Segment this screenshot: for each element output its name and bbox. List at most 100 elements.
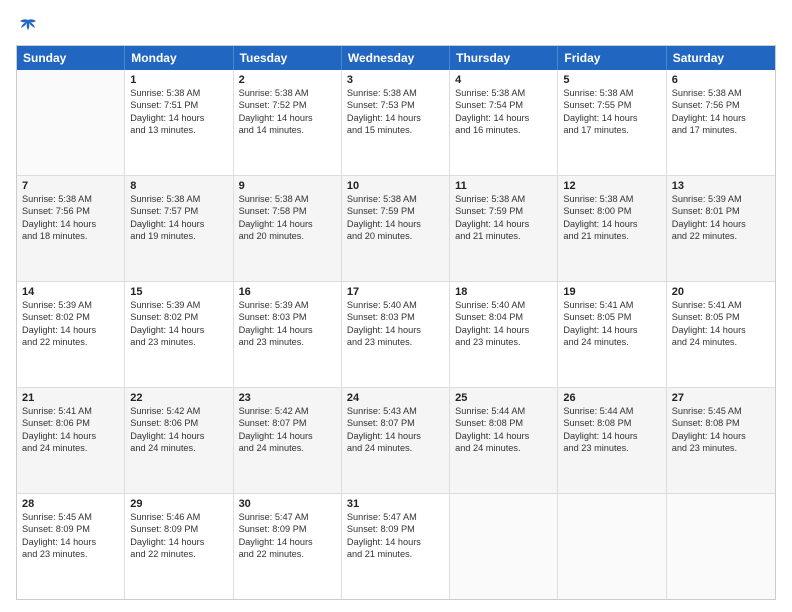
- cell-line: Daylight: 14 hours: [130, 112, 227, 124]
- calendar-cell: 20Sunrise: 5:41 AMSunset: 8:05 PMDayligh…: [667, 282, 775, 387]
- calendar-cell: 16Sunrise: 5:39 AMSunset: 8:03 PMDayligh…: [234, 282, 342, 387]
- calendar-cell: [558, 494, 666, 599]
- calendar-cell: 24Sunrise: 5:43 AMSunset: 8:07 PMDayligh…: [342, 388, 450, 493]
- calendar-cell: 26Sunrise: 5:44 AMSunset: 8:08 PMDayligh…: [558, 388, 666, 493]
- cell-line: Sunset: 7:58 PM: [239, 205, 336, 217]
- cell-line: Daylight: 14 hours: [22, 536, 119, 548]
- day-number: 25: [455, 392, 552, 404]
- calendar-cell: 11Sunrise: 5:38 AMSunset: 7:59 PMDayligh…: [450, 176, 558, 281]
- calendar-cell: 17Sunrise: 5:40 AMSunset: 8:03 PMDayligh…: [342, 282, 450, 387]
- cell-line: Daylight: 14 hours: [347, 430, 444, 442]
- cell-line: Daylight: 14 hours: [22, 218, 119, 230]
- page: SundayMondayTuesdayWednesdayThursdayFrid…: [0, 0, 792, 612]
- day-number: 21: [22, 392, 119, 404]
- cell-line: Sunrise: 5:38 AM: [563, 87, 660, 99]
- day-number: 31: [347, 498, 444, 510]
- calendar-cell: 31Sunrise: 5:47 AMSunset: 8:09 PMDayligh…: [342, 494, 450, 599]
- cell-line: Sunrise: 5:38 AM: [455, 193, 552, 205]
- cell-line: Sunrise: 5:42 AM: [130, 405, 227, 417]
- cell-line: and 24 minutes.: [130, 442, 227, 454]
- calendar-cell: 14Sunrise: 5:39 AMSunset: 8:02 PMDayligh…: [17, 282, 125, 387]
- cell-line: Daylight: 14 hours: [672, 430, 770, 442]
- cell-line: Sunrise: 5:40 AM: [455, 299, 552, 311]
- cell-line: Sunset: 8:09 PM: [347, 523, 444, 535]
- cell-line: Sunset: 7:51 PM: [130, 99, 227, 111]
- day-number: 3: [347, 74, 444, 86]
- cell-line: Sunrise: 5:45 AM: [672, 405, 770, 417]
- calendar-row-0: 1Sunrise: 5:38 AMSunset: 7:51 PMDaylight…: [17, 70, 775, 175]
- cell-line: Sunrise: 5:38 AM: [239, 193, 336, 205]
- cell-line: and 23 minutes.: [22, 548, 119, 560]
- cell-line: Sunset: 7:56 PM: [672, 99, 770, 111]
- cell-line: Sunrise: 5:46 AM: [130, 511, 227, 523]
- day-number: 5: [563, 74, 660, 86]
- calendar-cell: 8Sunrise: 5:38 AMSunset: 7:57 PMDaylight…: [125, 176, 233, 281]
- cell-line: Sunrise: 5:47 AM: [239, 511, 336, 523]
- header-day-saturday: Saturday: [667, 46, 775, 70]
- cell-line: Daylight: 14 hours: [672, 324, 770, 336]
- header-day-sunday: Sunday: [17, 46, 125, 70]
- cell-line: Sunrise: 5:42 AM: [239, 405, 336, 417]
- cell-line: and 22 minutes.: [239, 548, 336, 560]
- calendar-cell: 12Sunrise: 5:38 AMSunset: 8:00 PMDayligh…: [558, 176, 666, 281]
- day-number: 8: [130, 180, 227, 192]
- cell-line: Sunset: 8:08 PM: [672, 417, 770, 429]
- cell-line: Sunrise: 5:39 AM: [130, 299, 227, 311]
- cell-line: and 21 minutes.: [347, 548, 444, 560]
- cell-line: and 22 minutes.: [672, 230, 770, 242]
- cell-line: Daylight: 14 hours: [347, 112, 444, 124]
- cell-line: Daylight: 14 hours: [455, 324, 552, 336]
- calendar-cell: 2Sunrise: 5:38 AMSunset: 7:52 PMDaylight…: [234, 70, 342, 175]
- cell-line: and 15 minutes.: [347, 124, 444, 136]
- day-number: 10: [347, 180, 444, 192]
- cell-line: and 13 minutes.: [130, 124, 227, 136]
- cell-line: Daylight: 14 hours: [563, 430, 660, 442]
- header-day-monday: Monday: [125, 46, 233, 70]
- calendar-cell: 25Sunrise: 5:44 AMSunset: 8:08 PMDayligh…: [450, 388, 558, 493]
- cell-line: Sunset: 8:01 PM: [672, 205, 770, 217]
- cell-line: Sunset: 8:02 PM: [22, 311, 119, 323]
- cell-line: Sunset: 7:56 PM: [22, 205, 119, 217]
- header-day-wednesday: Wednesday: [342, 46, 450, 70]
- cell-line: Daylight: 14 hours: [347, 536, 444, 548]
- cell-line: and 24 minutes.: [563, 336, 660, 348]
- cell-line: Sunrise: 5:39 AM: [672, 193, 770, 205]
- calendar-cell: [667, 494, 775, 599]
- calendar-cell: 29Sunrise: 5:46 AMSunset: 8:09 PMDayligh…: [125, 494, 233, 599]
- cell-line: Sunset: 8:07 PM: [347, 417, 444, 429]
- day-number: 30: [239, 498, 336, 510]
- cell-line: Daylight: 14 hours: [347, 218, 444, 230]
- calendar-cell: 13Sunrise: 5:39 AMSunset: 8:01 PMDayligh…: [667, 176, 775, 281]
- cell-line: and 14 minutes.: [239, 124, 336, 136]
- cell-line: Sunset: 8:09 PM: [22, 523, 119, 535]
- cell-line: Sunrise: 5:39 AM: [22, 299, 119, 311]
- day-number: 1: [130, 74, 227, 86]
- calendar-row-1: 7Sunrise: 5:38 AMSunset: 7:56 PMDaylight…: [17, 175, 775, 281]
- day-number: 6: [672, 74, 770, 86]
- cell-line: and 22 minutes.: [130, 548, 227, 560]
- calendar-cell: 1Sunrise: 5:38 AMSunset: 7:51 PMDaylight…: [125, 70, 233, 175]
- cell-line: Daylight: 14 hours: [239, 112, 336, 124]
- logo: [16, 16, 38, 41]
- cell-line: Sunrise: 5:38 AM: [130, 193, 227, 205]
- cell-line: Daylight: 14 hours: [239, 430, 336, 442]
- cell-line: and 16 minutes.: [455, 124, 552, 136]
- day-number: 13: [672, 180, 770, 192]
- calendar-cell: 19Sunrise: 5:41 AMSunset: 8:05 PMDayligh…: [558, 282, 666, 387]
- calendar: SundayMondayTuesdayWednesdayThursdayFrid…: [16, 45, 776, 600]
- header: [16, 12, 776, 41]
- calendar-cell: 23Sunrise: 5:42 AMSunset: 8:07 PMDayligh…: [234, 388, 342, 493]
- day-number: 26: [563, 392, 660, 404]
- cell-line: Sunset: 8:02 PM: [130, 311, 227, 323]
- calendar-cell: 9Sunrise: 5:38 AMSunset: 7:58 PMDaylight…: [234, 176, 342, 281]
- cell-line: and 23 minutes.: [239, 336, 336, 348]
- cell-line: Sunset: 8:09 PM: [239, 523, 336, 535]
- day-number: 14: [22, 286, 119, 298]
- cell-line: Sunrise: 5:38 AM: [347, 193, 444, 205]
- calendar-cell: 30Sunrise: 5:47 AMSunset: 8:09 PMDayligh…: [234, 494, 342, 599]
- day-number: 12: [563, 180, 660, 192]
- day-number: 23: [239, 392, 336, 404]
- calendar-cell: 6Sunrise: 5:38 AMSunset: 7:56 PMDaylight…: [667, 70, 775, 175]
- cell-line: and 24 minutes.: [455, 442, 552, 454]
- cell-line: Sunrise: 5:45 AM: [22, 511, 119, 523]
